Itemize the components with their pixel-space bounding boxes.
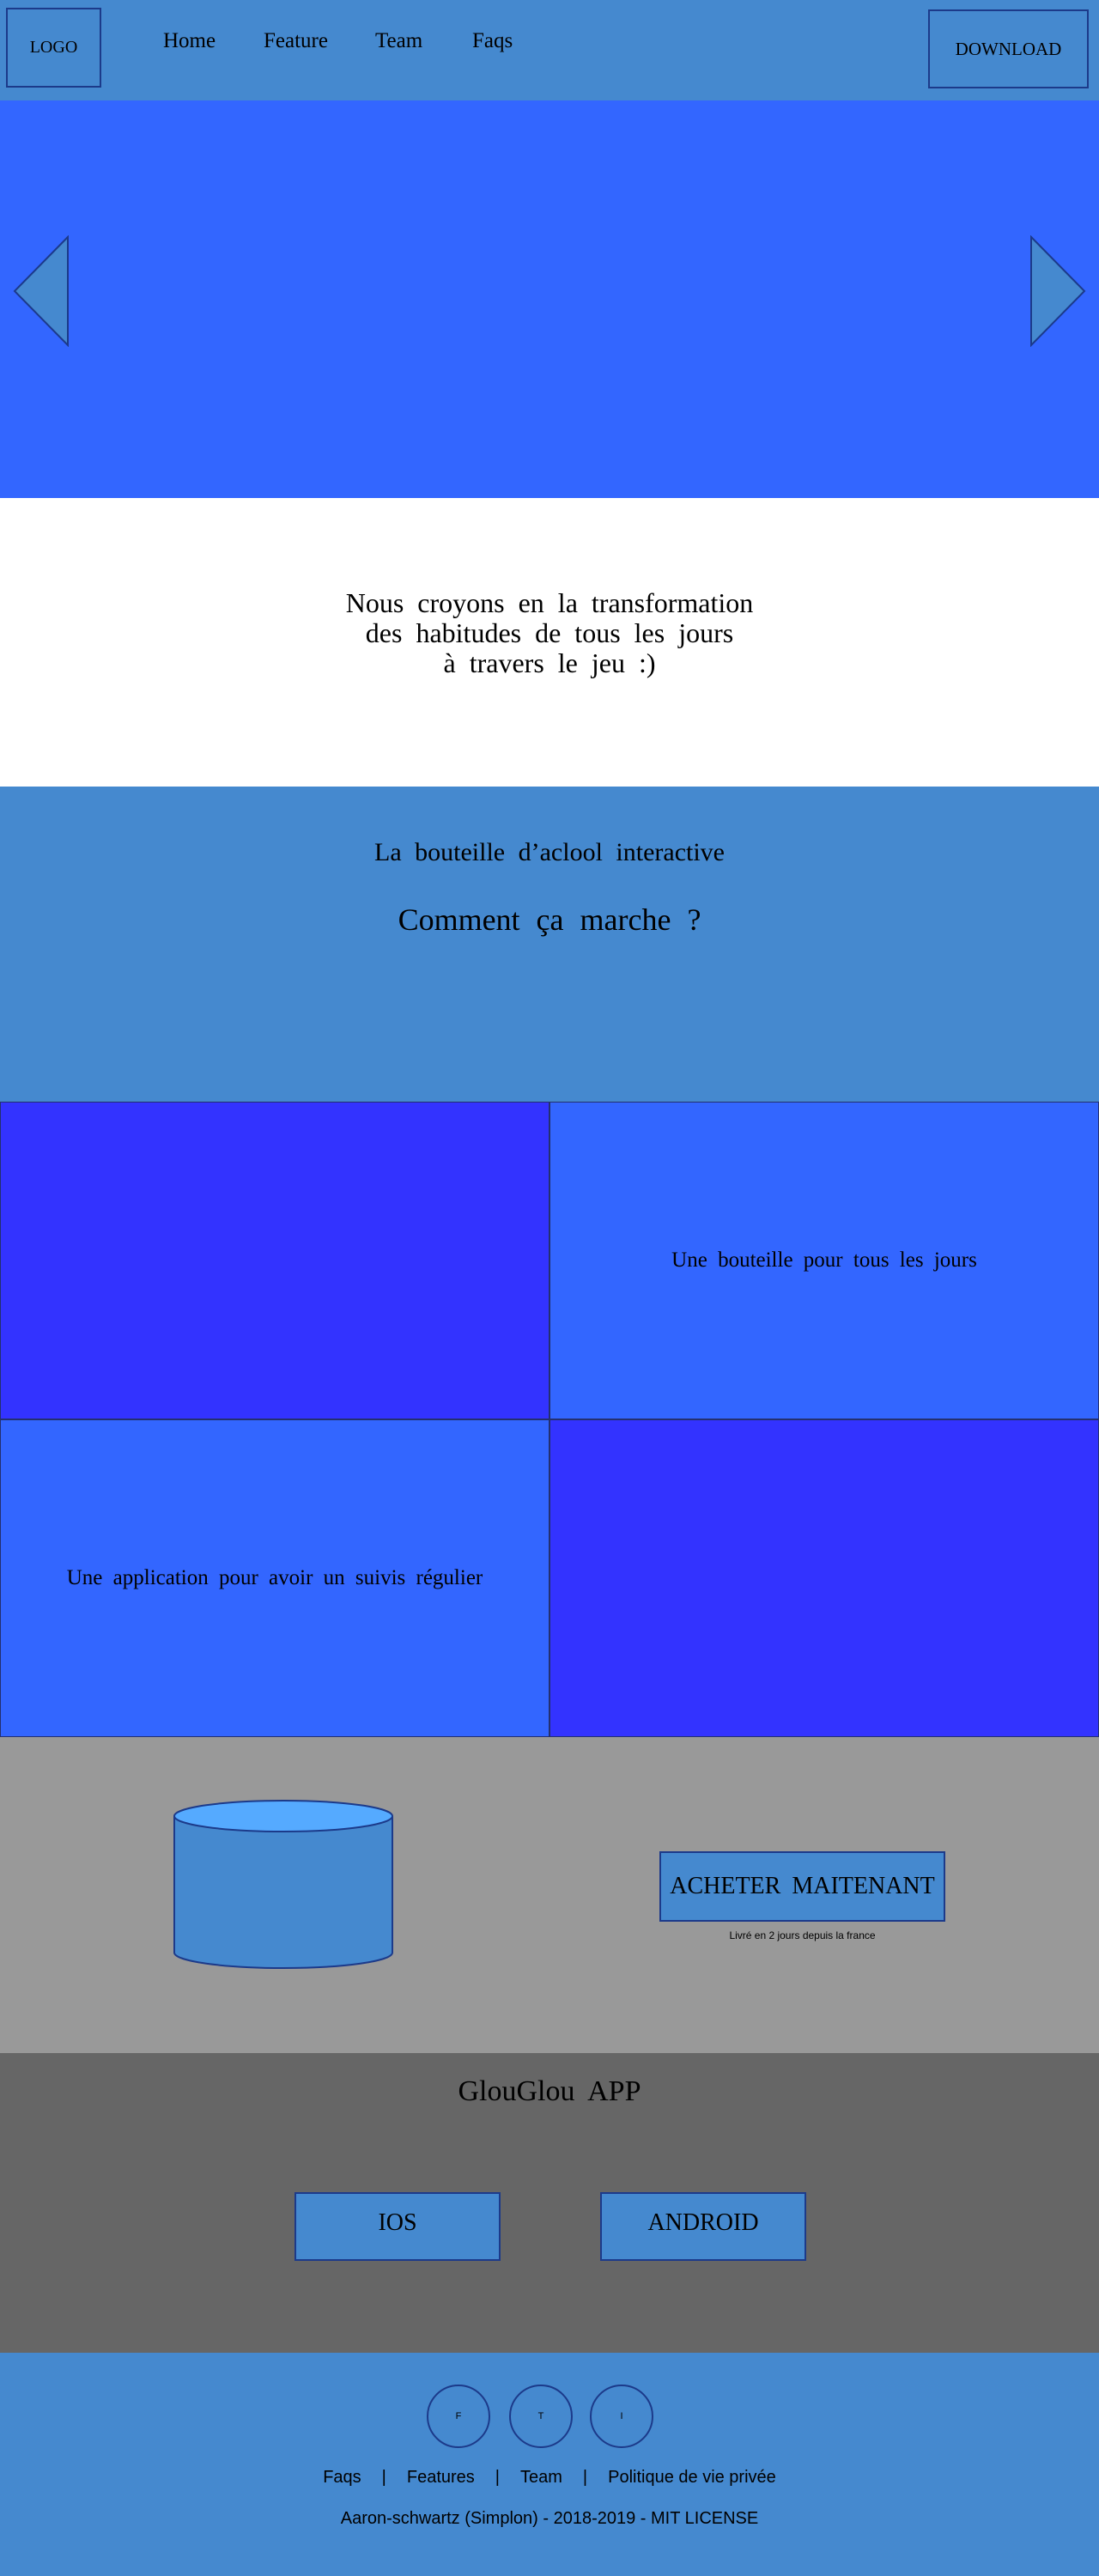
instagram-icon[interactable]: I [590,2385,653,2448]
footer-link-team[interactable]: Team [520,2468,562,2488]
nav-faqs[interactable]: Faqs [472,29,513,53]
twitter-icon[interactable]: T [509,2385,573,2448]
footer-separator: | [381,2468,386,2487]
footer-link-privacy[interactable]: Politique de vie privée [608,2468,776,2488]
download-button[interactable]: DOWNLOAD [928,9,1089,88]
intro-line: des habitudes de tous les jours [365,617,734,648]
facebook-icon[interactable]: F [427,2385,490,2448]
copyright: Aaron-schwartz (Simplon) - 2018-2019 - M… [340,2509,759,2528]
android-button[interactable]: ANDROID [600,2192,806,2261]
footer-separator: | [495,2468,500,2487]
footer-link-faqs[interactable]: Faqs [323,2468,361,2488]
intro-line: à travers le jeu :) [443,647,656,678]
ios-button[interactable]: IOS [294,2192,501,2261]
intro-line: Nous croyons en la transformation [345,587,754,618]
app-section: GlouGlou APP IOS ANDROID [0,2053,1099,2353]
footer-separator: | [582,2468,588,2487]
feature-image-app [550,1419,1099,1737]
intro-section: Nous croyons en la transformation des ha… [0,498,1099,787]
feature-app-text: Une application pour avoir un suivis rég… [66,1566,483,1589]
bottle-cylinder-icon [173,1800,393,1969]
hero-slider [0,100,1099,498]
nav-feature[interactable]: Feature [264,29,328,53]
site-header: LOGO Home Feature Team Faqs DOWNLOAD [0,0,1099,100]
nav-home[interactable]: Home [163,29,216,53]
intro-text: Nous croyons en la transformation des ha… [292,588,807,678]
buy-now-button[interactable]: ACHETER MAITENANT [659,1851,945,1922]
how-subtitle: Comment ça marche ? [398,902,701,937]
triangle-right-icon[interactable] [1029,235,1086,347]
site-footer: F T I Faqs | Features | Team | Politique… [0,2353,1099,2576]
logo[interactable]: LOGO [6,8,101,88]
buy-section: ACHETER MAITENANT Livré en 2 jours depui… [0,1737,1099,2053]
footer-links: Faqs | Features | Team | Politique de vi… [0,2468,1099,2488]
feature-image-bottle [0,1102,550,1419]
delivery-note: Livré en 2 jours depuis la france [729,1929,876,1941]
triangle-left-icon[interactable] [13,235,70,347]
app-title: GlouGlou APP [458,2075,641,2107]
feature-bottle-text: Une bouteille pour tous les jours [671,1249,977,1272]
feature-app: Une application pour avoir un suivis rég… [0,1419,550,1737]
footer-link-features[interactable]: Features [407,2468,475,2488]
how-section: La bouteille d’aclool interactive Commen… [0,787,1099,1102]
how-title: La bouteille d’aclool interactive [374,838,725,866]
feature-bottle: Une bouteille pour tous les jours [550,1102,1099,1419]
nav-team[interactable]: Team [375,29,422,53]
